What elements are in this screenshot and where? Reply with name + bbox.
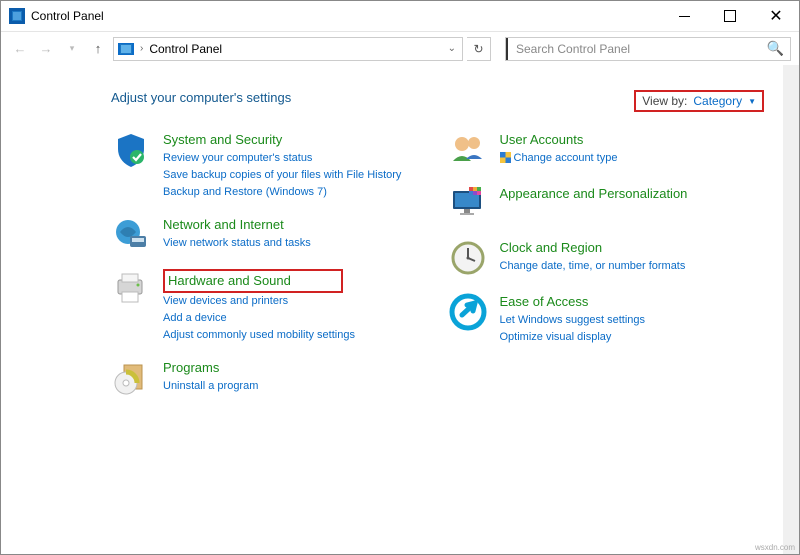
watermark: wsxdn.com xyxy=(755,543,795,552)
category-clock-and-region: Clock and Region Change date, time, or n… xyxy=(448,238,765,278)
category-ease-of-access: Ease of Access Let Windows suggest setti… xyxy=(448,292,765,346)
sublink[interactable]: Save backup copies of your files with Fi… xyxy=(163,167,428,184)
sublink[interactable]: Uninstall a program xyxy=(163,378,428,395)
content-area: Adjust your computer's settings View by:… xyxy=(1,65,799,554)
category-appearance: Appearance and Personalization xyxy=(448,184,765,224)
search-box[interactable]: Search Control Panel 🔍 xyxy=(505,37,791,61)
category-system-and-security: System and Security Review your computer… xyxy=(111,130,428,201)
clock-icon xyxy=(448,238,488,278)
category-title-link[interactable]: User Accounts xyxy=(500,130,584,150)
nav-recent-dropdown[interactable]: ▾ xyxy=(61,38,83,60)
sublink[interactable]: Add a device xyxy=(163,310,428,327)
view-by-label: View by: xyxy=(642,94,687,108)
navbar: ← → ▾ ↑ › Control Panel ⌄ ↻ Search Contr… xyxy=(1,31,799,65)
titlebar-left: Control Panel xyxy=(9,8,104,24)
sublink[interactable]: Adjust commonly used mobility settings xyxy=(163,327,428,344)
sublink[interactable]: Review your computer's status xyxy=(163,150,428,167)
sublink[interactable]: View network status and tasks xyxy=(163,235,428,252)
sublink[interactable]: Let Windows suggest settings xyxy=(500,312,765,329)
category-network-and-internet: Network and Internet View network status… xyxy=(111,215,428,255)
sublink[interactable]: View devices and printers xyxy=(163,293,428,310)
monitor-icon xyxy=(448,184,488,224)
category-title-link[interactable]: Programs xyxy=(163,358,219,378)
search-placeholder: Search Control Panel xyxy=(512,42,767,56)
vertical-scrollbar[interactable] xyxy=(783,65,799,554)
titlebar: Control Panel ✕ xyxy=(1,1,799,31)
maximize-button[interactable] xyxy=(707,1,753,31)
dropdown-arrow-icon: ▼ xyxy=(748,97,756,106)
nav-back-button[interactable]: ← xyxy=(9,38,31,60)
category-title-link-highlighted[interactable]: Hardware and Sound xyxy=(163,269,343,293)
category-hardware-and-sound: Hardware and Sound View devices and prin… xyxy=(111,269,428,344)
sublink[interactable]: Optimize visual display xyxy=(500,329,765,346)
sublink[interactable]: Backup and Restore (Windows 7) xyxy=(163,184,428,201)
shield-icon xyxy=(111,130,151,170)
search-cursor xyxy=(506,38,508,60)
category-user-accounts: User Accounts Change account type xyxy=(448,130,765,170)
control-panel-icon xyxy=(9,8,25,24)
category-title-link[interactable]: Network and Internet xyxy=(163,215,284,235)
sublink[interactable]: Change date, time, or number formats xyxy=(500,258,765,275)
category-programs: Programs Uninstall a program xyxy=(111,358,428,398)
search-icon[interactable]: 🔍 xyxy=(767,40,784,57)
category-title-link[interactable]: Ease of Access xyxy=(500,292,589,312)
window-controls: ✕ xyxy=(661,1,799,31)
breadcrumb-item[interactable]: Control Panel xyxy=(149,42,222,56)
address-bar[interactable]: › Control Panel ⌄ xyxy=(113,37,463,61)
refresh-button[interactable]: ↻ xyxy=(467,37,491,61)
categories-grid: System and Security Review your computer… xyxy=(111,130,764,412)
address-dropdown-icon[interactable]: ⌄ xyxy=(448,43,456,54)
category-title-link[interactable]: Appearance and Personalization xyxy=(500,184,688,204)
sublink[interactable]: Change account type xyxy=(514,150,618,167)
right-column: User Accounts Change account type Appear… xyxy=(448,130,765,412)
window-title: Control Panel xyxy=(31,9,104,23)
ease-of-access-icon xyxy=(448,292,488,332)
category-title-link[interactable]: Clock and Region xyxy=(500,238,603,258)
nav-up-button[interactable]: ↑ xyxy=(87,38,109,60)
breadcrumb-chevron-icon: › xyxy=(140,43,143,54)
disc-box-icon xyxy=(111,358,151,398)
left-column: System and Security Review your computer… xyxy=(111,130,428,412)
printer-icon xyxy=(111,269,151,309)
address-control-panel-icon xyxy=(118,43,134,55)
users-icon xyxy=(448,130,488,170)
view-by-value: Category xyxy=(693,94,742,108)
minimize-button[interactable] xyxy=(661,1,707,31)
close-button[interactable]: ✕ xyxy=(753,1,799,31)
nav-forward-button[interactable]: → xyxy=(35,38,57,60)
globe-icon xyxy=(111,215,151,255)
view-by-selector[interactable]: View by: Category ▼ xyxy=(634,90,764,112)
category-title-link[interactable]: System and Security xyxy=(163,130,282,150)
uac-shield-icon xyxy=(500,152,511,166)
